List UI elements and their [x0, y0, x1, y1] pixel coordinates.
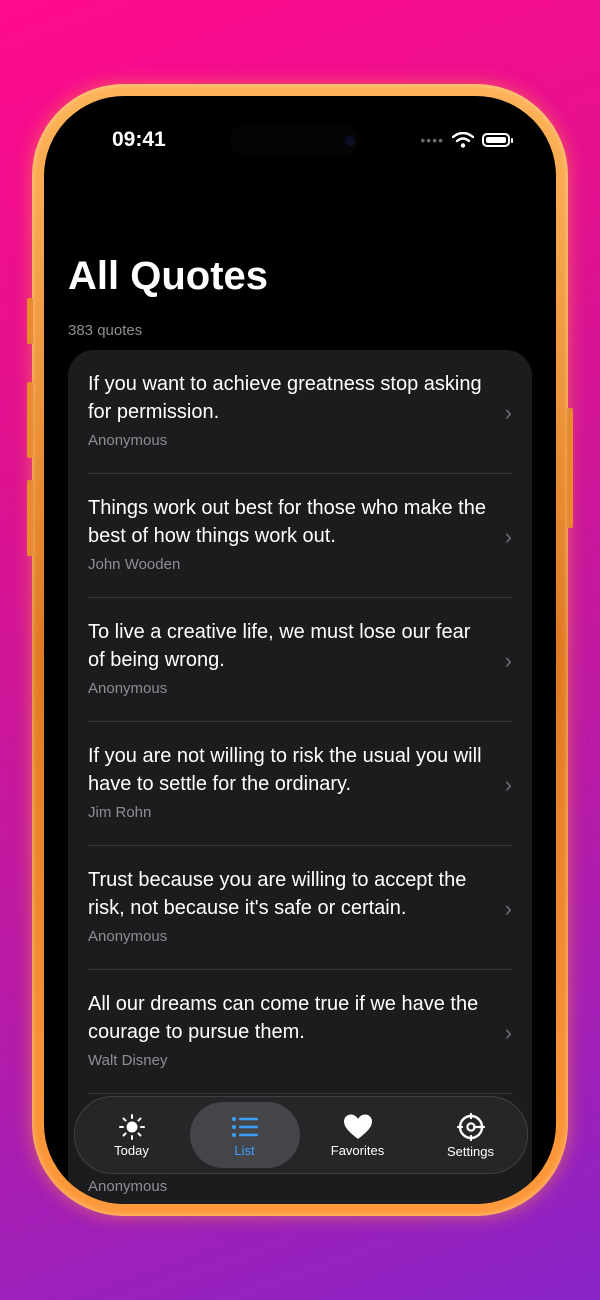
tab-list[interactable]: List [189, 1102, 300, 1168]
tab-today[interactable]: Today [77, 1102, 187, 1168]
quote-count: 383 quotes [68, 322, 143, 339]
quote-author: Anonymous [88, 432, 168, 449]
quote-text: Trust because you are willing to accept … [88, 869, 467, 919]
signal-icon: •••• [420, 132, 444, 148]
tab-settings[interactable]: Settings [416, 1102, 526, 1168]
tab-label: Settings [447, 1143, 494, 1159]
chevron-right-icon: › [504, 896, 512, 921]
quote-author: Anonymous [88, 1178, 168, 1195]
volume-down-button [27, 480, 33, 556]
list-item[interactable]: All our dreams can come true if we have … [68, 970, 532, 1094]
quote-author: Anonymous [88, 928, 168, 945]
screen: 09:41 •••• All Quotes 383 quotes If you … [44, 96, 556, 1204]
quote-text: If you want to achieve greatness stop as… [88, 373, 482, 423]
camera-icon [345, 136, 355, 146]
quote-text: Things work out best for those who make … [88, 497, 486, 547]
sun-icon [118, 1113, 145, 1140]
chevron-right-icon: › [504, 772, 512, 797]
wifi-icon [452, 132, 474, 148]
dynamic-island [230, 124, 358, 156]
list-item[interactable]: To live a creative life, we must lose ou… [68, 598, 532, 722]
page-title: All Quotes [68, 254, 269, 298]
gear-icon [456, 1112, 485, 1141]
status-time: 09:41 [112, 128, 166, 151]
battery-icon [482, 133, 513, 147]
chevron-right-icon: › [504, 648, 512, 673]
volume-up-button [27, 382, 33, 458]
chevron-right-icon: › [504, 1020, 512, 1045]
tab-label: Today [114, 1142, 149, 1158]
divider [88, 1093, 512, 1094]
list-item[interactable]: Things work out best for those who make … [68, 474, 532, 598]
tab-label: List [234, 1142, 255, 1158]
quote-author: Jim Rohn [88, 804, 152, 821]
quote-text: All our dreams can come true if we have … [88, 993, 479, 1043]
power-button [567, 408, 573, 528]
list-item[interactable]: If you want to achieve greatness stop as… [68, 350, 532, 474]
tab-label: Favorites [330, 1142, 385, 1158]
quote-author: Anonymous [88, 680, 168, 697]
heart-icon [343, 1114, 372, 1139]
action-button [27, 298, 33, 344]
quotes-list: If you want to achieve greatness stop as… [68, 350, 532, 1204]
tab-bar: Today List Favorites Settings [74, 1096, 528, 1174]
chevron-right-icon: › [504, 400, 512, 425]
quote-author: Walt Disney [88, 1052, 168, 1069]
quote-text: To live a creative life, we must lose ou… [88, 621, 471, 671]
chevron-right-icon: › [504, 524, 512, 549]
tab-favorites[interactable]: Favorites [303, 1102, 413, 1168]
list-item[interactable]: If you are not willing to risk the usual… [68, 722, 532, 846]
status-icons: •••• [420, 132, 513, 148]
quote-author: John Wooden [88, 556, 181, 573]
list-icon [231, 1116, 258, 1137]
list-item[interactable]: Trust because you are willing to accept … [68, 846, 532, 970]
quote-text: If you are not willing to risk the usual… [88, 745, 482, 795]
